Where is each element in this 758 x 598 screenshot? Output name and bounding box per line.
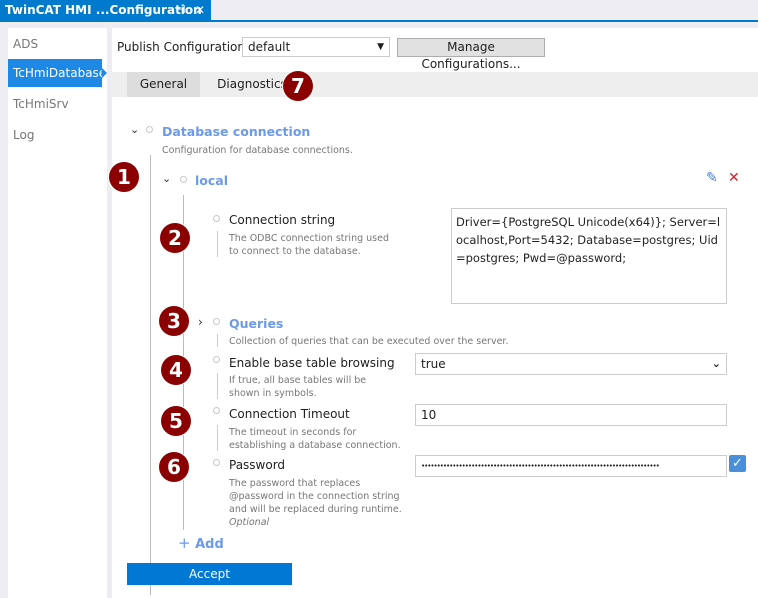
tab-general[interactable]: General [127, 72, 200, 97]
node-circle-icon [213, 318, 220, 325]
badge-6: 6 [159, 452, 189, 482]
chevron-down-icon: ⌄ [711, 357, 721, 370]
node-circle-icon [213, 356, 220, 363]
queries-title[interactable]: Queries [229, 316, 283, 331]
desc-line [217, 334, 218, 347]
desc-line [217, 373, 218, 399]
timeout-description: The timeout in seconds for establishing … [229, 427, 401, 451]
publish-config-select[interactable]: default ▼ [242, 37, 390, 57]
sidebar-item-log[interactable]: Log [8, 121, 102, 149]
connection-string-label: Connection string [229, 213, 336, 227]
x-icon[interactable]: ✕ [728, 170, 740, 186]
tree-line [150, 155, 151, 595]
timeout-input[interactable]: 10 [415, 404, 727, 426]
pencil-icon[interactable]: ✎ [706, 170, 718, 186]
publish-value: default [248, 40, 291, 54]
timeout-label: Connection Timeout [229, 407, 350, 421]
base-table-label: Enable base table browsing [229, 356, 395, 370]
connection-string-textarea[interactable]: Driver={PostgreSQL Unicode(x64)}; Server… [451, 208, 727, 304]
base-table-description: If true, all base tables will be shown i… [229, 375, 367, 399]
accept-button[interactable]: Accept [127, 563, 292, 585]
sidebar: ADS TcHmiDatabase TcHmiSrv Log [8, 28, 107, 598]
queries-description: Collection of queries that can be execut… [229, 336, 509, 347]
collapse-chevron-icon[interactable]: ⌄ [162, 172, 171, 185]
password-label: Password [229, 458, 286, 472]
database-connection-description: Configuration for database connections. [162, 145, 353, 156]
node-circle-icon [213, 215, 220, 222]
tab-underline [0, 20, 758, 22]
optional-label: Optional [229, 517, 270, 528]
connection-string-description: The ODBC connection string used to conne… [229, 233, 389, 257]
publish-label: Publish Configuration: [117, 40, 250, 54]
badge-3: 3 [159, 306, 189, 336]
desc-line [217, 425, 218, 451]
dropdown-arrow-icon: ▼ [377, 42, 384, 52]
add-button[interactable]: + Add [178, 534, 224, 552]
database-connection-title[interactable]: Database connection [162, 124, 310, 139]
password-input[interactable]: ••••••••••••••••••••••••••••••••••••••••… [415, 455, 727, 477]
add-label: Add [195, 537, 224, 552]
badge-2: 2 [160, 223, 190, 253]
badge-4: 4 [161, 355, 191, 385]
plus-icon: + [178, 534, 191, 552]
collapse-chevron-icon[interactable]: ⌄ [130, 123, 139, 136]
badge-7: 7 [283, 71, 313, 101]
document-tab[interactable]: TwinCAT HMI ...Configuration ⊣ ✕ [0, 0, 211, 20]
desc-line [217, 231, 218, 257]
tab-title: TwinCAT HMI ...Configuration [5, 3, 202, 17]
sidebar-item-tchmidatabase[interactable]: TcHmiDatabase [8, 59, 107, 87]
base-table-value: true [421, 357, 446, 371]
sidebar-item-ads[interactable]: ADS [8, 30, 102, 58]
node-circle-icon [146, 126, 153, 133]
expand-chevron-icon[interactable]: › [198, 315, 203, 329]
sidebar-item-tchmisrv[interactable]: TcHmiSrv [8, 90, 102, 118]
manage-configurations-button[interactable]: Manage Configurations... [397, 38, 545, 71]
tab-bar: General Diagnostics [112, 72, 758, 97]
base-table-select[interactable]: true ⌄ [415, 353, 727, 375]
password-description: The password that replaces @password in … [229, 478, 402, 515]
close-icon[interactable]: ✕ [195, 0, 205, 20]
local-title[interactable]: local [195, 173, 228, 188]
badge-1: 1 [109, 162, 139, 192]
main-panel [112, 28, 758, 598]
badge-5: 5 [161, 406, 191, 436]
node-circle-icon [213, 407, 220, 414]
node-circle-icon [180, 176, 187, 183]
password-checkbox[interactable]: ✓ [729, 455, 746, 472]
tab-diagnostics[interactable]: Diagnostics [212, 72, 292, 97]
pin-icon[interactable]: ⊣ [176, 0, 186, 20]
node-circle-icon [213, 459, 220, 466]
